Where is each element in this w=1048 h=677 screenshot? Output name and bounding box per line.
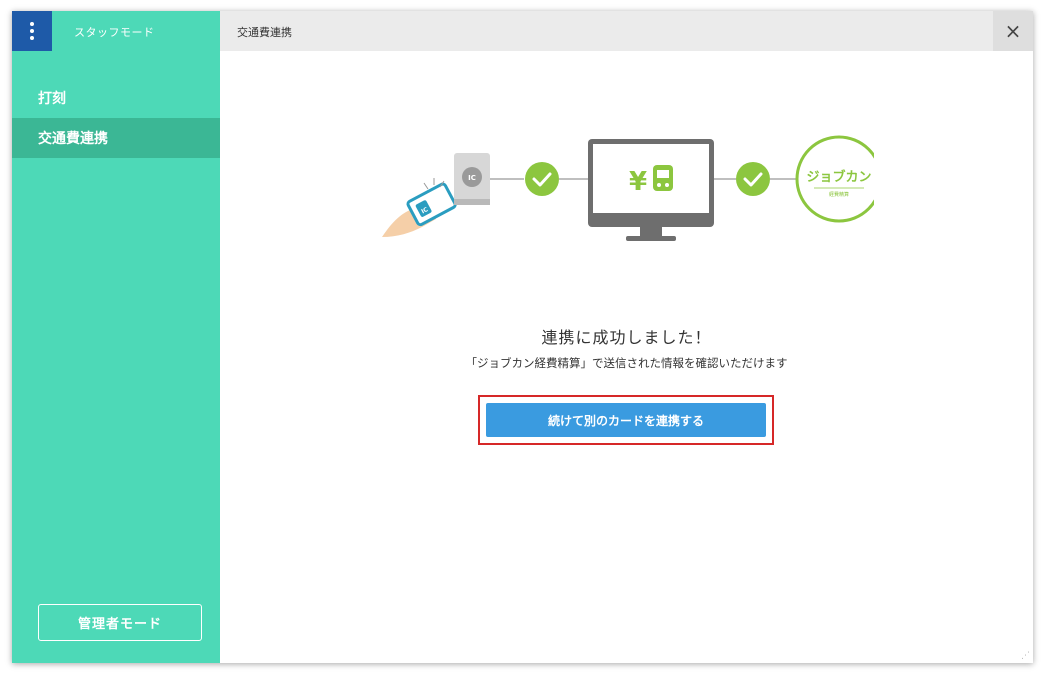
- svg-text:ジョブカン: ジョブカン: [806, 169, 871, 185]
- close-button[interactable]: ×: [993, 11, 1033, 51]
- hand-card-icon: IC: [382, 178, 457, 237]
- train-icon: [653, 165, 673, 191]
- mode-title: スタッフモード: [74, 26, 155, 39]
- success-title: 連携に成功しました！: [541, 328, 712, 347]
- sync-illustration: IC IC ¥ ジョブカン 経費精算: [382, 135, 874, 241]
- page-title: 交通費連携: [237, 26, 292, 39]
- resize-grip-icon[interactable]: ⋰: [1021, 651, 1031, 661]
- check-icon: [736, 162, 770, 196]
- svg-text:IC: IC: [468, 174, 476, 182]
- menu-button[interactable]: [12, 11, 52, 51]
- check-icon: [525, 162, 559, 196]
- sidebar-item-transport[interactable]: 交通費連携: [12, 118, 220, 158]
- svg-text:¥: ¥: [629, 167, 647, 197]
- admin-mode-button[interactable]: 管理者モード: [38, 604, 202, 641]
- svg-text:経費精算: 経費精算: [829, 191, 849, 198]
- menu-dots-icon: [30, 22, 34, 26]
- sidebar: スタッフモード 打刻 交通費連携 管理者モード: [12, 11, 220, 663]
- close-icon: ×: [1004, 19, 1022, 43]
- continue-link-card-button[interactable]: 続けて別のカードを連携する: [486, 403, 766, 437]
- top-bar: 交通費連携 ×: [220, 11, 1033, 51]
- monitor-icon: ¥: [588, 139, 714, 241]
- success-description: 「ジョブカン経費精算」で送信された情報を確認いただけます: [465, 356, 788, 370]
- sidebar-header: スタッフモード: [12, 11, 220, 51]
- app-window: スタッフモード 打刻 交通費連携 管理者モード 交通費連携 × IC IC ¥ …: [12, 11, 1033, 663]
- jobcan-logo: ジョブカン 経費精算: [795, 135, 874, 223]
- sidebar-item-punch[interactable]: 打刻: [12, 78, 220, 118]
- ic-reader-icon: IC: [454, 153, 490, 205]
